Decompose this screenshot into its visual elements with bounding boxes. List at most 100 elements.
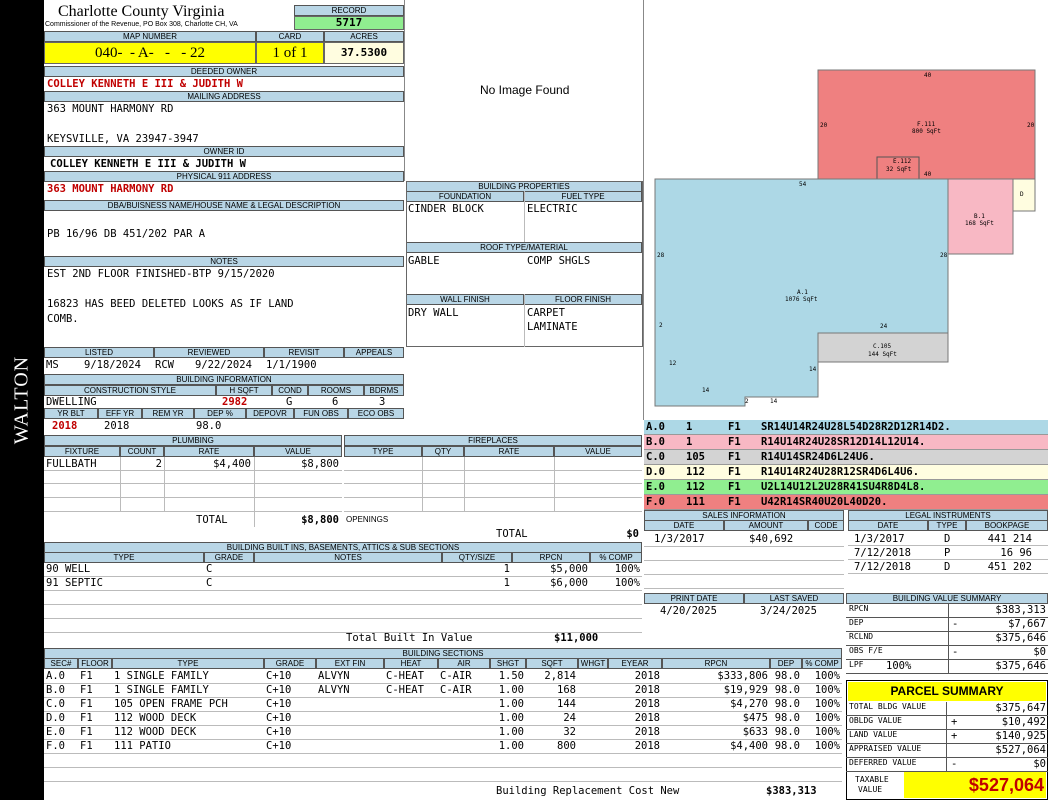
vector-path: U2L14U12L2U28R41SU4R8D4L8. bbox=[761, 481, 926, 493]
section-cell: 2018 bbox=[634, 698, 660, 710]
vector-sec: B.0 bbox=[646, 436, 665, 448]
section-cell: E.0 bbox=[46, 726, 65, 738]
row-line bbox=[644, 546, 844, 547]
vector-code: 1 bbox=[686, 436, 693, 448]
vector-row: E.0 112 F1 U2L14U12L2U28R41SU4R8D4L8. bbox=[644, 480, 1048, 495]
rooms-label: ROOMS bbox=[308, 385, 364, 396]
section-cell: 1.00 bbox=[498, 698, 524, 710]
vector-row: A.0 1 F1 SR14U14R24U28L54D28R2D12R14D2. bbox=[644, 420, 1048, 435]
section-cell: D.0 bbox=[46, 712, 65, 724]
physical-label: PHYSICAL 911 ADDRESS bbox=[44, 171, 404, 182]
section-cell: F1 bbox=[80, 726, 93, 738]
sale-date: 1/3/2017 bbox=[654, 533, 705, 545]
sale-amount: $40,692 bbox=[749, 533, 794, 545]
builtin-type-header: TYPE bbox=[44, 552, 204, 563]
record-label: RECORD bbox=[294, 5, 404, 16]
legal-book: 441 214 bbox=[987, 533, 1032, 545]
sketch-dim: 20 bbox=[1027, 122, 1035, 129]
section-header: AIR bbox=[438, 658, 490, 669]
builtin-type: 91 SEPTIC bbox=[46, 577, 103, 589]
map-number: 040- - A- - - 22 bbox=[44, 42, 256, 64]
col-line bbox=[948, 632, 949, 645]
sales-date-header: DATE bbox=[644, 520, 724, 531]
vector-path: R14U14R24U28SR12D14L12U14. bbox=[761, 436, 926, 448]
fireplace-qty-header: QTY bbox=[422, 446, 464, 457]
col-line bbox=[948, 660, 949, 673]
sketch-dim: 20 bbox=[820, 122, 828, 129]
builtin-rpcn: $5,000 bbox=[550, 563, 588, 575]
row-line bbox=[644, 588, 844, 589]
vector-code: 112 bbox=[686, 481, 705, 493]
section-header: SQFT bbox=[526, 658, 578, 669]
legal-book: 451 202 bbox=[987, 561, 1032, 573]
fireplace-rate-header: RATE bbox=[464, 446, 554, 457]
builtin-comp-header: % COMP bbox=[590, 552, 642, 563]
row-line bbox=[44, 781, 842, 782]
legal-date-header: DATE bbox=[848, 520, 928, 531]
section-cell: C+10 bbox=[266, 698, 292, 710]
parcel-value: $0 bbox=[1033, 758, 1046, 770]
vector-row: C.0 105 F1 R14U14SR24D6L24U6. bbox=[644, 450, 1048, 465]
section-cell: 2018 bbox=[634, 712, 660, 724]
legal-date: 1/3/2017 bbox=[854, 533, 905, 545]
parcel-summary-title: PARCEL SUMMARY bbox=[848, 682, 1046, 701]
sketch-dim: 54 bbox=[799, 181, 807, 188]
vector-floor: F1 bbox=[728, 451, 741, 463]
parcel-sign: + bbox=[951, 716, 958, 728]
bvs-sign: 100% bbox=[886, 660, 912, 672]
listed-date: 9/18/2024 bbox=[84, 359, 141, 371]
hsqft: 2982 bbox=[222, 396, 248, 408]
section-cell: C+10 bbox=[266, 684, 292, 696]
legal-book-header: BOOKPAGE bbox=[966, 520, 1048, 531]
section-cell: F1 bbox=[80, 740, 93, 752]
row-line bbox=[44, 618, 642, 619]
section-cell: $633 bbox=[742, 726, 768, 738]
bvs-name: DEP bbox=[849, 618, 864, 627]
section-cell: 98.0 bbox=[774, 740, 800, 752]
section-cell: B.0 bbox=[46, 684, 65, 696]
col-line bbox=[164, 457, 165, 511]
section-header: HEAT bbox=[384, 658, 438, 669]
vector-floor: F1 bbox=[728, 466, 741, 478]
sketch-d bbox=[1012, 178, 1036, 212]
sketch-dim: 40 bbox=[924, 171, 932, 178]
props-divider bbox=[524, 294, 525, 347]
sketch-dim: 2 bbox=[745, 398, 749, 405]
yrblt-label: YR BLT bbox=[44, 408, 98, 419]
dep-pct: 98.0 bbox=[196, 420, 222, 432]
construction-style-label: CONSTRUCTION STYLE bbox=[44, 385, 216, 396]
hsqft-label: H SQFT bbox=[216, 385, 272, 396]
bvs-value: $375,646 bbox=[995, 632, 1046, 644]
section-cell: C-AIR bbox=[440, 684, 472, 696]
section-cell: 100% bbox=[814, 726, 840, 738]
sketch-dim: 28 bbox=[940, 252, 948, 259]
legal-date: 7/12/2018 bbox=[854, 547, 911, 559]
county-title: Charlotte County Virginia bbox=[58, 3, 225, 20]
revisit-label: REVISIT bbox=[264, 347, 344, 358]
builtin-total: $11,000 bbox=[554, 632, 599, 644]
row-line bbox=[848, 573, 1048, 574]
section-cell: C+10 bbox=[266, 726, 292, 738]
vector-path: R14U14R24U28R12SR4D6L4U6. bbox=[761, 466, 920, 478]
dba-label: DBA/BUISNESS NAME/HOUSE NAME & LEGAL DES… bbox=[44, 200, 404, 211]
funobs-label: FUN OBS bbox=[294, 408, 348, 419]
section-cell: C-AIR bbox=[440, 670, 472, 682]
section-cell: F1 bbox=[80, 670, 93, 682]
sketch-f-label: F.111 bbox=[917, 121, 936, 128]
section-cell: 2018 bbox=[634, 684, 660, 696]
notes-line3: COMB. bbox=[47, 313, 79, 325]
notes-line2: 16823 HAS BEED DELETED LOOKS AS IF LAND bbox=[47, 298, 294, 310]
plumbing-fixture: FULLBATH bbox=[46, 458, 97, 470]
row-line bbox=[344, 483, 642, 484]
row-line bbox=[344, 511, 642, 512]
builtin-type: 90 WELL bbox=[46, 563, 91, 575]
fireplace-value-header: VALUE bbox=[554, 446, 642, 457]
bvs-name: OBS F/E bbox=[849, 646, 883, 655]
plumbing-total-label: TOTAL bbox=[196, 514, 228, 526]
taxable-label-2: VALUE bbox=[858, 785, 883, 794]
sales-amount-header: AMOUNT bbox=[724, 520, 808, 531]
row-line bbox=[44, 470, 342, 471]
section-header: DEP bbox=[770, 658, 802, 669]
section-cell: 1.00 bbox=[498, 726, 524, 738]
construction-style: DWELLING bbox=[46, 396, 97, 408]
